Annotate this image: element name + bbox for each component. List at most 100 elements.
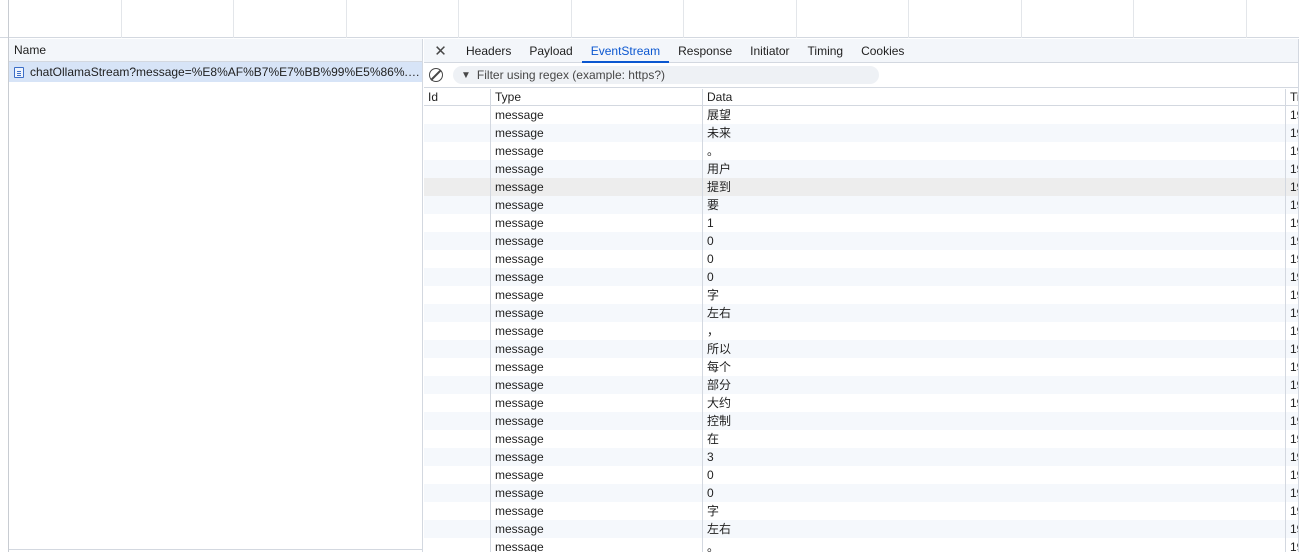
message-data-cell: 用户 [703,160,1286,178]
timeline-gridline [908,0,909,38]
eventstream-filter-bar: ▼ [424,63,1299,88]
request-list: chatOllamaStream?message=%E8%AF%B7%E7%BB… [9,62,422,82]
message-id-cell [424,340,491,358]
message-row[interactable]: message字19 [424,502,1299,520]
message-type-cell: message [491,232,703,250]
message-type-cell: message [491,124,703,142]
message-id-cell [424,124,491,142]
tab-headers[interactable]: Headers [457,39,520,62]
message-data-cell: 0 [703,268,1286,286]
timeline-gridline [458,0,459,38]
message-data-cell: 大约 [703,394,1286,412]
id-column-header[interactable]: Id [424,89,491,105]
timeline-gridline [683,0,684,38]
message-id-cell [424,106,491,124]
message-id-cell [424,286,491,304]
request-name: chatOllamaStream?message=%E8%AF%B7%E7%BB… [30,65,422,79]
message-row[interactable]: message019 [424,250,1299,268]
name-column-header[interactable]: Name [9,39,422,62]
tab-initiator[interactable]: Initiator [741,39,798,62]
message-id-cell [424,232,491,250]
message-row[interactable]: message。19 [424,142,1299,160]
message-data-cell: 提到 [703,178,1286,196]
tab-cookies[interactable]: Cookies [852,39,913,62]
close-details-button[interactable]: ✕ [424,39,457,62]
message-data-cell: 展望 [703,106,1286,124]
message-row[interactable]: message019 [424,484,1299,502]
message-data-cell: 0 [703,232,1286,250]
message-id-cell [424,196,491,214]
message-data-cell: 未来 [703,124,1286,142]
message-id-cell [424,466,491,484]
message-data-cell: 0 [703,466,1286,484]
tab-response[interactable]: Response [669,39,741,62]
message-data-cell: 左右 [703,520,1286,538]
type-column-header[interactable]: Type [491,89,703,105]
message-id-cell [424,322,491,340]
eventstream-grid: Id Type Data Ti message展望19message未来19me… [424,89,1299,552]
message-type-cell: message [491,268,703,286]
message-id-cell [424,502,491,520]
message-row[interactable]: message319 [424,448,1299,466]
timeline-gridline [1133,0,1134,38]
message-row[interactable]: message在19 [424,430,1299,448]
document-icon [14,66,24,78]
tab-eventstream[interactable]: EventStream [581,39,670,63]
message-row[interactable]: message左右19 [424,304,1299,322]
message-row[interactable]: message部分19 [424,376,1299,394]
filter-input-container[interactable]: ▼ [453,66,879,84]
message-id-cell [424,412,491,430]
message-row[interactable]: message019 [424,268,1299,286]
message-row[interactable]: message左右19 [424,520,1299,538]
network-timeline-overview[interactable] [0,0,1299,552]
message-data-cell: 控制 [703,412,1286,430]
message-row[interactable]: message未来19 [424,124,1299,142]
message-row[interactable]: message展望19 [424,106,1299,124]
tab-timing[interactable]: Timing [799,39,853,62]
message-id-cell [424,160,491,178]
message-type-cell: message [491,430,703,448]
message-row[interactable]: message要19 [424,196,1299,214]
message-type-cell: message [491,322,703,340]
message-row[interactable]: message大约19 [424,394,1299,412]
message-id-cell [424,268,491,286]
message-data-cell: 1 [703,214,1286,232]
message-data-cell: 。 [703,142,1286,160]
message-row[interactable]: message019 [424,466,1299,484]
tab-payload[interactable]: Payload [520,39,581,62]
message-id-cell [424,304,491,322]
timeline-gridline [1021,0,1022,38]
message-type-cell: message [491,448,703,466]
close-icon: ✕ [434,42,447,60]
message-type-cell: message [491,286,703,304]
data-column-header[interactable]: Data [703,89,1286,105]
grid-body: message展望19message未来19message。19message用… [424,106,1299,552]
message-row[interactable]: message提到19 [424,178,1299,196]
message-type-cell: message [491,304,703,322]
message-id-cell [424,358,491,376]
message-row[interactable]: message字19 [424,286,1299,304]
message-data-cell: 0 [703,250,1286,268]
message-type-cell: message [491,484,703,502]
request-row[interactable]: chatOllamaStream?message=%E8%AF%B7%E7%BB… [9,62,422,82]
message-type-cell: message [491,538,703,552]
request-details-pane: ✕ Headers Payload EventStream Response Initi… [424,39,1299,552]
message-id-cell [424,538,491,552]
message-id-cell [424,178,491,196]
message-type-cell: message [491,196,703,214]
clear-messages-icon[interactable] [429,68,443,82]
message-type-cell: message [491,250,703,268]
message-row[interactable]: message用户19 [424,160,1299,178]
message-row[interactable]: message控制19 [424,412,1299,430]
message-row[interactable]: message每个19 [424,358,1299,376]
message-row[interactable]: message，19 [424,322,1299,340]
timeline-gridline [796,0,797,38]
message-type-cell: message [491,178,703,196]
message-row[interactable]: message119 [424,214,1299,232]
message-row[interactable]: message所以19 [424,340,1299,358]
request-list-bottom-border [9,549,422,550]
filter-regex-input[interactable] [476,68,857,82]
message-row[interactable]: message019 [424,232,1299,250]
message-data-cell: 所以 [703,340,1286,358]
message-row[interactable]: message。19 [424,538,1299,552]
